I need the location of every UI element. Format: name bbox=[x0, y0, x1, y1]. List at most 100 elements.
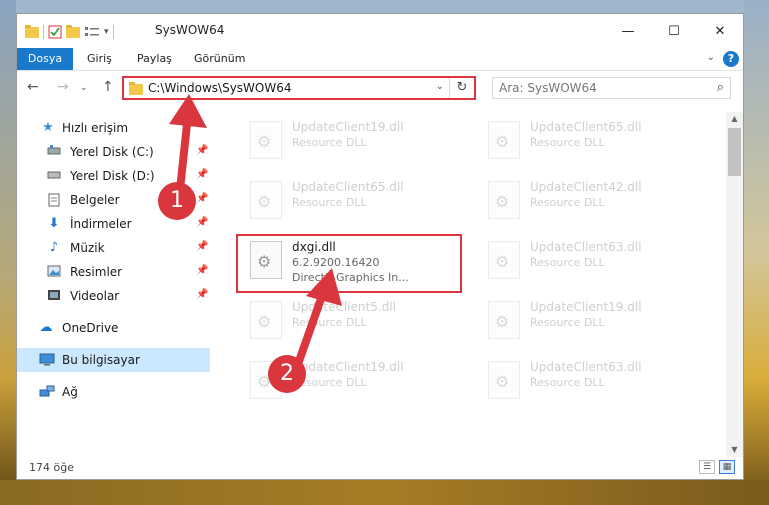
sidebar-item-label: Bu bilgisayar bbox=[62, 353, 140, 367]
sidebar-item-label: Yerel Disk (D:) bbox=[70, 169, 155, 183]
divider bbox=[112, 25, 114, 39]
file-type: Resource DLL bbox=[292, 136, 367, 149]
file-type: Resource DLL bbox=[530, 136, 605, 149]
sidebar-item-pictures[interactable]: Resimler 📌 bbox=[17, 260, 210, 284]
help-button[interactable]: ? bbox=[723, 51, 739, 67]
scroll-down-icon[interactable]: ▼ bbox=[726, 443, 743, 457]
divider bbox=[43, 25, 44, 39]
maximize-button[interactable]: ☐ bbox=[651, 14, 697, 48]
scroll-thumb[interactable] bbox=[728, 128, 741, 176]
computer-icon bbox=[39, 353, 55, 367]
tab-view[interactable]: Görünüm bbox=[194, 48, 245, 70]
desktop-wallpaper-right bbox=[744, 0, 769, 505]
file-item[interactable]: UpdateClient65.dll Resource DLL bbox=[480, 114, 710, 164]
download-icon: ⬇ bbox=[48, 216, 60, 231]
up-arrow-icon[interactable]: ↑ bbox=[102, 79, 114, 95]
file-name: UpdateClient19.dll bbox=[292, 120, 404, 134]
scroll-up-icon[interactable]: ▲ bbox=[726, 112, 743, 126]
sidebar-item-music[interactable]: ♪ Müzik 📌 bbox=[17, 236, 210, 260]
customize-toolbar-icon[interactable]: ▾ bbox=[104, 27, 109, 37]
details-view-icon[interactable]: ☰ bbox=[699, 460, 715, 474]
file-type: Resource DLL bbox=[530, 256, 605, 269]
properties-icon[interactable] bbox=[48, 25, 62, 39]
file-name: UpdateClient42.dll bbox=[530, 180, 642, 194]
dll-file-icon bbox=[250, 181, 282, 219]
documents-icon bbox=[47, 193, 61, 207]
pin-icon[interactable]: 📌 bbox=[196, 289, 208, 300]
sidebar-item-label: Belgeler bbox=[70, 193, 120, 207]
file-item[interactable]: UpdateClient65.dll Resource DLL bbox=[242, 174, 472, 224]
file-item[interactable]: UpdateClient5.dll Resource DLL bbox=[242, 294, 472, 344]
sidebar-item-label: İndirmeler bbox=[70, 217, 132, 231]
search-icon[interactable]: ⌕ bbox=[717, 80, 724, 95]
minimize-button[interactable]: — bbox=[605, 14, 651, 48]
sidebar-item-onedrive[interactable]: ☁ OneDrive bbox=[17, 316, 210, 340]
file-item[interactable]: UpdateClient19.dll Resource DLL bbox=[242, 114, 472, 164]
ribbon: Dosya Giriş Paylaş Görünüm ⌄ ? bbox=[17, 48, 743, 71]
file-name: UpdateClient65.dll bbox=[292, 180, 404, 194]
video-icon bbox=[47, 289, 61, 303]
network-icon bbox=[39, 385, 55, 399]
tab-home[interactable]: Giriş bbox=[87, 48, 112, 70]
pin-icon[interactable]: 📌 bbox=[196, 265, 208, 276]
close-button[interactable]: ✕ bbox=[697, 14, 743, 48]
sidebar-item-label: Videolar bbox=[70, 289, 120, 303]
explorer-window: ▾ SysWOW64 — ☐ ✕ Dosya Giriş Paylaş Görü… bbox=[16, 13, 744, 480]
tiles-view-icon[interactable]: ▦ bbox=[719, 460, 735, 474]
recent-locations-icon[interactable]: ⌄ bbox=[80, 83, 88, 93]
pictures-icon bbox=[47, 265, 61, 279]
file-name: UpdateClient65.dll bbox=[530, 120, 642, 134]
dll-file-icon bbox=[250, 121, 282, 159]
back-arrow-icon[interactable]: ← bbox=[27, 79, 39, 95]
dll-file-icon bbox=[488, 121, 520, 159]
search-input[interactable]: Ara: SysWOW64 bbox=[499, 81, 597, 95]
sidebar-item-label: OneDrive bbox=[62, 321, 119, 335]
dll-file-icon bbox=[250, 301, 282, 339]
pin-icon[interactable]: 📌 bbox=[196, 241, 208, 252]
navigation-bar: ← → ⌄ ↑ C:\Windows\SysWOW64 ⌄ ↻ Ara: Sys… bbox=[17, 71, 743, 107]
window-title: SysWOW64 bbox=[155, 23, 225, 37]
search-box[interactable]: Ara: SysWOW64 ⌕ bbox=[492, 77, 731, 99]
sidebar-item-label: Hızlı erişim bbox=[62, 121, 129, 135]
sidebar-item-this-pc[interactable]: Bu bilgisayar bbox=[17, 348, 210, 372]
step-badge-1: 1 bbox=[158, 182, 196, 220]
step-badge-2: 2 bbox=[268, 355, 306, 393]
vertical-scrollbar[interactable]: ▲ ▼ bbox=[726, 112, 743, 457]
file-type: Resource DLL bbox=[530, 376, 605, 389]
sidebar-item-label: Resimler bbox=[70, 265, 123, 279]
dll-file-icon bbox=[488, 361, 520, 399]
new-folder-icon[interactable] bbox=[66, 24, 80, 38]
file-type: Resource DLL bbox=[530, 196, 605, 209]
cloud-icon: ☁ bbox=[39, 320, 53, 335]
tab-file[interactable]: Dosya bbox=[17, 48, 73, 70]
file-item[interactable]: UpdateClient63.dll Resource DLL bbox=[480, 354, 710, 404]
drive-icon bbox=[47, 145, 61, 159]
sidebar-item-label: Ağ bbox=[62, 385, 78, 399]
sidebar-item-videos[interactable]: Videolar 📌 bbox=[17, 284, 210, 308]
file-name: UpdateClient63.dll bbox=[530, 360, 642, 374]
sidebar-item-label: Müzik bbox=[70, 241, 105, 255]
expand-ribbon-icon[interactable]: ⌄ bbox=[707, 52, 715, 63]
file-item[interactable]: UpdateClient19.dll Resource DLL bbox=[480, 294, 710, 344]
file-item[interactable]: UpdateClient42.dll Resource DLL bbox=[480, 174, 710, 224]
file-name: UpdateClient63.dll bbox=[530, 240, 642, 254]
file-type: Resource DLL bbox=[530, 316, 605, 329]
file-item[interactable]: UpdateClient63.dll Resource DLL bbox=[480, 234, 710, 284]
folder-icon bbox=[25, 24, 39, 38]
file-name: UpdateClient19.dll bbox=[530, 300, 642, 314]
desktop-wallpaper-bottom bbox=[0, 480, 769, 505]
desktop-wallpaper-left bbox=[0, 0, 16, 505]
title-bar: ▾ SysWOW64 — ☐ ✕ bbox=[17, 14, 743, 48]
file-type: Resource DLL bbox=[292, 196, 367, 209]
music-icon: ♪ bbox=[49, 240, 59, 255]
sidebar-item-label: Yerel Disk (C:) bbox=[70, 145, 154, 159]
tab-share[interactable]: Paylaş bbox=[137, 48, 172, 70]
view-options-icon[interactable] bbox=[84, 25, 100, 39]
drive-icon bbox=[47, 169, 61, 183]
dll-file-icon bbox=[488, 301, 520, 339]
forward-arrow-icon[interactable]: → bbox=[57, 79, 69, 95]
dll-file-icon bbox=[488, 241, 520, 279]
quick-access-toolbar: ▾ bbox=[25, 23, 114, 41]
pin-icon[interactable]: 📌 bbox=[196, 217, 208, 228]
sidebar-item-network[interactable]: Ağ bbox=[17, 380, 210, 404]
